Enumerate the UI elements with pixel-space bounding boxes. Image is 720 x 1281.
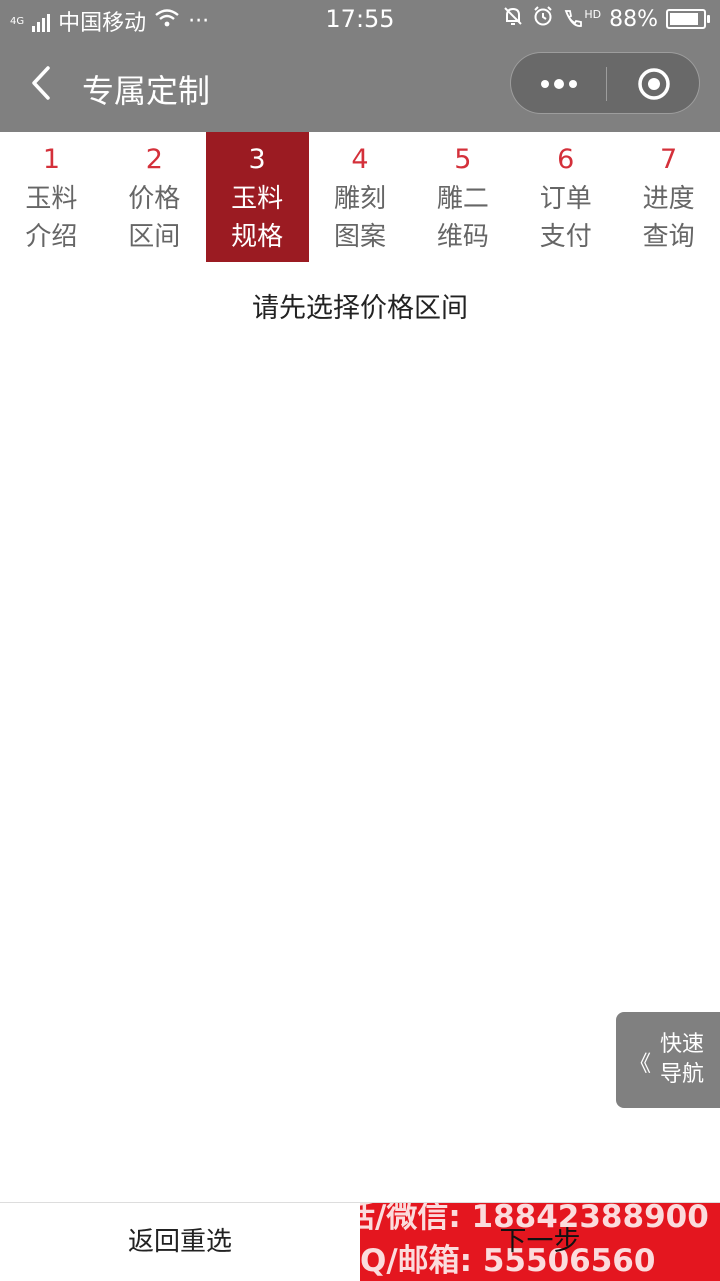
mute-bell-icon — [502, 5, 524, 33]
step-tabs: 1 玉料介绍 2 价格区间 3 玉料规格 4 雕刻图案 5 雕二维码 6 订单支付 7 进度查… — [0, 132, 720, 262]
step-tab-4[interactable]: 4 雕刻图案 — [309, 132, 412, 262]
more-button[interactable] — [536, 71, 582, 97]
double-chevron-left-icon: 《 — [629, 1052, 652, 1077]
step-number: 2 — [145, 144, 163, 175]
step-tab-6[interactable]: 6 订单支付 — [514, 132, 617, 262]
step-tab-3[interactable]: 3 玉料规格 — [205, 132, 309, 262]
more-dots-icon — [541, 79, 577, 89]
battery-icon — [666, 9, 710, 29]
step-tab-2[interactable]: 2 价格区间 — [103, 132, 206, 262]
step-label: 价格区间 — [128, 184, 181, 252]
step-label: 雕刻图案 — [333, 184, 386, 252]
reset-button[interactable]: 返回重选 — [0, 1203, 360, 1281]
step-tab-1[interactable]: 1 玉料介绍 — [0, 132, 103, 262]
step-number: 6 — [557, 144, 575, 175]
battery-percent: 88% — [609, 6, 658, 32]
close-button[interactable] — [637, 67, 671, 101]
step-label: 雕二维码 — [436, 184, 489, 252]
step-number: 5 — [454, 144, 472, 175]
step-label: 玉料介绍 — [25, 184, 78, 252]
step-number: 4 — [351, 144, 369, 175]
hd-label: HD — [584, 8, 602, 21]
next-step-label: 下一步 — [499, 1226, 581, 1257]
step-number: 7 — [659, 144, 678, 175]
alarm-icon — [532, 5, 554, 33]
quick-nav-label: 快速导航 — [660, 1032, 705, 1087]
navigation-bar: 专属定制 — [0, 38, 720, 132]
next-step-button[interactable]: 话/微信: 18842388900 Q/邮箱: 55506560 下一步 — [360, 1203, 720, 1281]
empty-state-message: 请先选择价格区间 — [252, 293, 468, 324]
back-button[interactable] — [22, 58, 66, 108]
quick-nav-button[interactable]: 《 快速导航 — [616, 1012, 720, 1108]
bottom-action-bar: 返回重选 话/微信: 18842388900 Q/邮箱: 55506560 下一… — [0, 1202, 720, 1281]
status-bar: 4G 中国移动 ··· 17:55 HD 88% — [0, 0, 720, 38]
step-label: 订单支付 — [539, 184, 592, 252]
call-hd-icon: HD — [562, 8, 601, 30]
close-circle-icon — [638, 68, 670, 100]
step-tab-7[interactable]: 7 进度查询 — [617, 132, 720, 262]
step-number: 1 — [42, 144, 61, 175]
capsule-divider — [606, 67, 607, 101]
step-tab-5[interactable]: 5 雕二维码 — [411, 132, 514, 262]
mini-program-capsule — [510, 52, 700, 114]
back-arrow-icon — [32, 66, 50, 100]
step-label: 进度查询 — [642, 184, 695, 252]
status-right: HD 88% — [502, 5, 710, 33]
step-label: 玉料规格 — [231, 184, 284, 252]
battery-level — [670, 13, 699, 25]
page-title: 专属定制 — [82, 72, 211, 110]
step-number: 3 — [248, 144, 266, 175]
